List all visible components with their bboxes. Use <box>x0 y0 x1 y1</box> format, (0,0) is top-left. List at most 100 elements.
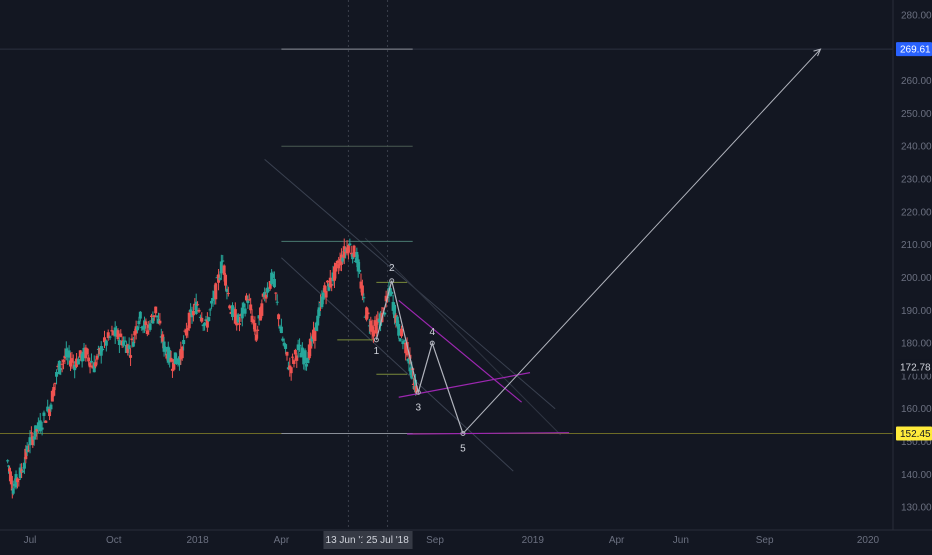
candle-body <box>303 350 307 363</box>
candle-body <box>325 280 329 283</box>
price-axis-tick-label: 240.00 <box>901 142 932 153</box>
price-axis-tick-label: 280.00 <box>901 11 932 22</box>
price-label-text: 172.78 <box>900 362 931 373</box>
time-axis-tick-label: Apr <box>274 535 290 546</box>
candle-body <box>397 323 401 336</box>
candle-body <box>346 244 350 253</box>
price-axis-tick-label: 140.00 <box>901 470 932 481</box>
candle-body <box>398 338 402 342</box>
time-axis-tick-label: Oct <box>106 535 122 546</box>
candle-body <box>169 357 173 362</box>
wave-label-2: 2 <box>389 263 395 274</box>
candle-body <box>89 360 93 363</box>
candle-body <box>148 323 152 330</box>
candle-body <box>221 260 225 262</box>
time-axis-tick-label: Jul <box>24 535 37 546</box>
candle-body <box>366 312 370 315</box>
time-axis-tick-label: Jun <box>673 535 689 546</box>
candle-body <box>238 323 241 325</box>
candle-body <box>277 314 281 320</box>
price-axis-tick-label: 260.00 <box>901 76 932 87</box>
candle-body <box>154 306 158 314</box>
candle-body <box>101 348 105 351</box>
candle-body <box>243 308 247 314</box>
price-axis-tick-label: 130.00 <box>901 503 932 514</box>
candle-body <box>110 330 114 332</box>
candle-body <box>197 309 201 312</box>
time-axis-tick-label: 2019 <box>522 535 545 546</box>
price-label-text: 269.61 <box>900 45 931 56</box>
candle-body <box>42 412 46 416</box>
candle-body <box>219 261 223 274</box>
price-axis-tick-label: 180.00 <box>901 339 932 350</box>
candle-body <box>352 245 356 257</box>
candle-body <box>256 329 260 331</box>
candle-body <box>305 364 309 367</box>
candle-body <box>108 336 112 338</box>
candle-body <box>400 328 404 337</box>
candle-body <box>117 340 121 346</box>
price-chart-svg[interactable]: 12345130.00140.00150.00160.00170.00180.0… <box>0 0 932 550</box>
candle-body <box>291 356 295 358</box>
candle-body <box>200 317 204 322</box>
candle-body <box>6 460 10 462</box>
candle-body <box>138 311 142 319</box>
time-axis-tick-label: 2018 <box>186 535 209 546</box>
candle-body <box>129 355 133 358</box>
time-axis-tick-label: Sep <box>756 535 774 546</box>
candle-body <box>87 357 91 362</box>
candle-body <box>274 292 278 294</box>
candle-body <box>207 317 211 322</box>
candle-body <box>22 462 26 469</box>
wave-label-3: 3 <box>415 402 421 413</box>
candle-body <box>284 344 288 349</box>
candle-body <box>55 372 59 377</box>
candle-body <box>224 274 228 286</box>
candle-body <box>285 351 289 356</box>
candle-body <box>253 323 257 332</box>
candle-body <box>324 290 328 298</box>
price-axis-tick-label: 200.00 <box>901 273 932 284</box>
candle-body <box>348 243 352 246</box>
candle-body <box>272 278 276 288</box>
candle-body <box>158 320 162 324</box>
candle-body <box>44 420 48 423</box>
candle-body <box>362 297 366 299</box>
wave-label-1: 1 <box>374 346 380 357</box>
chart[interactable]: 1 2 3 4 5 130.00 140.00 150.00 160.00 170.00 180.0… <box>0 0 932 550</box>
candle-body <box>390 291 394 294</box>
candle-body <box>289 367 293 374</box>
candle-body <box>76 359 80 365</box>
chart-background <box>0 0 932 550</box>
candle-body <box>119 333 123 337</box>
price-axis-tick-label: 210.00 <box>901 240 932 251</box>
price-axis-tick-label: 250.00 <box>901 109 932 120</box>
time-axis-tick-label: 2020 <box>857 535 880 546</box>
crosshair-date-label: 25 Jul '18 <box>366 535 409 546</box>
price-axis-tick-label: 220.00 <box>901 207 932 218</box>
candle-body <box>226 293 230 295</box>
candle-body <box>29 432 33 434</box>
candle-body <box>40 427 44 430</box>
candle-body <box>104 340 108 346</box>
candle-body <box>49 404 53 410</box>
price-axis-tick-label: 160.00 <box>901 404 932 415</box>
candle-body <box>182 339 186 345</box>
time-axis-tick-label: Sep <box>426 535 444 546</box>
price-label-text: 152.45 <box>900 429 931 440</box>
candle-body <box>208 309 212 311</box>
candle-body <box>196 304 200 306</box>
wave-label-4: 4 <box>429 327 435 338</box>
candle-body <box>275 301 279 303</box>
candle-body <box>191 310 195 316</box>
candle-body <box>214 283 218 300</box>
candle-body <box>260 303 264 316</box>
price-axis-tick-label: 190.00 <box>901 306 932 317</box>
candle-body <box>358 269 362 272</box>
candle-body <box>292 360 296 364</box>
price-axis-tick-label: 230.00 <box>901 175 932 186</box>
wave-label-5: 5 <box>460 444 466 455</box>
candle-body <box>187 312 191 329</box>
candle-body <box>85 348 89 355</box>
candle-body <box>11 488 15 494</box>
